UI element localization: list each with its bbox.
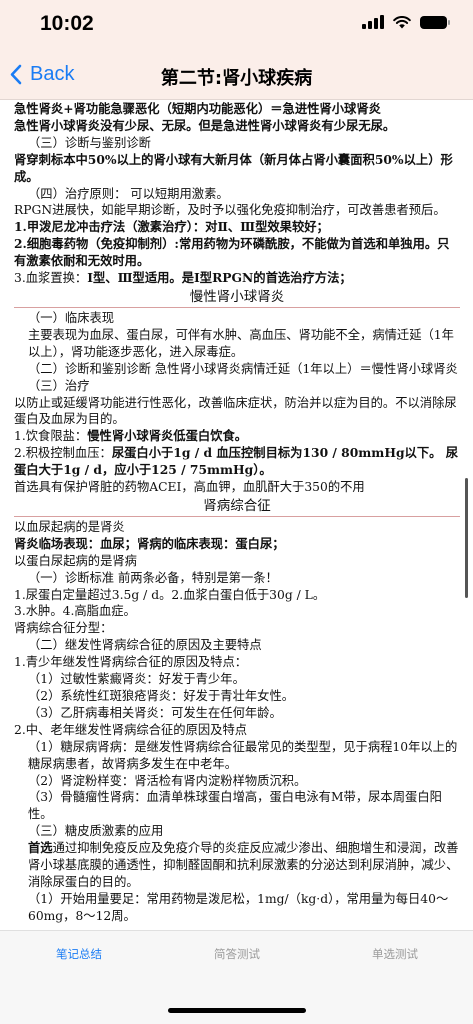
- text-line: 1.饮食限盐：慢性肾小球肾炎低蛋白饮食。: [14, 428, 460, 445]
- paragraph: 以防止或延缓肾功能进行性恶化，改善临床症状，防治并以症为目的。不以消除尿蛋白及血…: [14, 395, 457, 427]
- paragraph: （二）诊断和鉴别诊断 急性肾小球肾炎病情迁延（1年以上）＝慢性肾小球肾炎: [28, 361, 458, 376]
- subheading: （三）诊断与鉴别诊断: [28, 135, 151, 150]
- paragraph: （1）开始用量要足：常用药物是泼尼松，1mg/（kg·d），常用量为每日40～6…: [28, 891, 449, 923]
- back-label: Back: [30, 63, 75, 85]
- tab-single-choice-test[interactable]: 单选测试: [316, 946, 473, 962]
- status-time: 10:02: [40, 12, 94, 35]
- text-line: （3）乙肝病毒相关肾炎：可发生在任何年龄。: [28, 705, 282, 720]
- label-text: 3.血浆置换：: [14, 271, 88, 286]
- label-text: 2.积极控制血压：: [14, 446, 112, 461]
- paragraph: 肾穿刺标本中50%以上的肾小球有大新月体（新月体占肾小囊面积50%以上）形成。: [14, 151, 453, 184]
- text-line: 首选具有保护肾脏的药物ACEI，高血钾，血肌酐大于350的不用: [14, 480, 365, 495]
- body-text: 通过抑制免疫反应及免疫介导的炎症反应减少渗出、细胞增生和浸润，改善肾小球基底膜的…: [28, 841, 459, 889]
- battery-icon: [420, 15, 450, 29]
- text-line: 肾病综合征分型：: [14, 621, 113, 636]
- notes-content[interactable]: 急性肾炎+肾功能急骤恶化（短期内功能恶化）＝急进性肾小球肾炎 急性肾小球肾炎没有…: [14, 101, 460, 930]
- highlight-text: Ⅰ型、Ⅲ型适用。是Ⅰ型RPGN的首选治疗方法；: [87, 270, 352, 286]
- text-line: （1）过敏性紫癜肾炎：好发于青少年。: [28, 672, 245, 687]
- status-icons: [362, 15, 450, 29]
- text-line: 2.中、老年继发性肾病综合征的原因及特点: [14, 722, 248, 737]
- section-heading: 肾病综合征: [14, 497, 460, 517]
- subheading: （四）治疗原则： 可以短期用激素。: [28, 186, 229, 201]
- subheading: （三）糖皮质激素的应用: [28, 824, 164, 839]
- text-line: （2）肾淀粉样变：肾活检有肾内淀粉样物质沉积。: [28, 773, 307, 788]
- highlight-text: 慢性肾小球肾炎低蛋白饮食。: [87, 428, 248, 444]
- tab-short-answer-test[interactable]: 简答测试: [158, 946, 316, 962]
- text-line: 急性肾小球肾炎没有少尿、无尿。但是急进性肾小球肾炎有少尿无尿。: [14, 117, 396, 133]
- paragraph: （1）糖尿病肾病：是继发性肾病综合征最常见的类型型，见于病程10年以上的糖尿病患…: [28, 739, 458, 771]
- chevron-left-icon: [10, 64, 22, 85]
- text-line: 肾炎临场表现：血尿；肾病的临床表现：蛋白尿；: [14, 535, 285, 551]
- paragraph: （3）骨髓瘤性肾病：血清单株球蛋白增高，蛋白电泳有M带，尿本周蛋白阳性。: [28, 790, 442, 822]
- text-line: 1.尿蛋白定量超过3.5g / d。2.血浆白蛋白低于30g / L。: [14, 587, 326, 602]
- paragraph: 主要表现为血尿、蛋白尿，可伴有水肿、高血压、肾功能不全，病情迁延（1年以上），肾…: [28, 327, 454, 359]
- text-line: （2）系统性红斑狼疮肾炎：好发于青壮年女性。: [28, 689, 295, 703]
- text-line: 3.水肿。4.高脂血症。: [14, 604, 136, 619]
- tab-notes-summary[interactable]: 笔记总结: [0, 946, 158, 962]
- highlight-text: 首选: [28, 840, 53, 856]
- text-line: 1.甲泼尼龙冲击疗法（激素治疗）：对Ⅱ、Ⅲ型效果较好；: [14, 219, 329, 235]
- back-button[interactable]: Back: [10, 63, 74, 86]
- text-line: 急性肾炎+肾功能急骤恶化（短期内功能恶化）＝急进性肾小球肾炎: [14, 101, 381, 116]
- text-line: 以血尿起病的是肾炎: [14, 519, 125, 534]
- subheading: （二）继发性肾病综合征的原因及主要特点: [28, 638, 262, 653]
- text-line: 1.青少年继发性肾病综合征的原因及特点：: [14, 655, 248, 670]
- section-heading: 慢性肾小球肾炎: [14, 288, 460, 308]
- cellular-signal-icon: [362, 15, 384, 29]
- paragraph: RPGN进展快，如能早期诊断，及时予以强化免疫抑制治疗，可改善患者预后。: [14, 203, 446, 218]
- label-text: 1.饮食限盐：: [14, 429, 88, 444]
- home-indicator: [168, 1008, 306, 1013]
- scrollbar-thumb[interactable]: [465, 478, 468, 598]
- subheading: （一）临床表现: [28, 310, 115, 325]
- status-bar: 10:02: [0, 0, 473, 50]
- subheading: （三）治疗: [28, 378, 90, 393]
- paragraph: 2.积极控制血压：尿蛋白小于1g / d 血压控制目标为130 / 80mmHg…: [14, 445, 460, 479]
- text-line: 3.血浆置换：Ⅰ型、Ⅲ型适用。是Ⅰ型RPGN的首选治疗方法；: [14, 270, 460, 287]
- subheading: （一）诊断标准 前两条必备，特别是第一条！: [28, 570, 278, 585]
- navigation-bar: Back 第二节:肾小球疾病: [0, 50, 473, 100]
- paragraph: 2.细胞毒药物（免疫抑制剂）:常用药物为环磷酰胺，不能做为首选和单独用。只有激素…: [14, 236, 450, 269]
- text-line: 以蛋白尿起病的是肾病: [14, 553, 137, 568]
- wifi-icon: [393, 15, 411, 28]
- paragraph: 首选通过抑制免疫反应及免疫介导的炎症反应减少渗出、细胞增生和浸润，改善肾小球基底…: [14, 840, 460, 891]
